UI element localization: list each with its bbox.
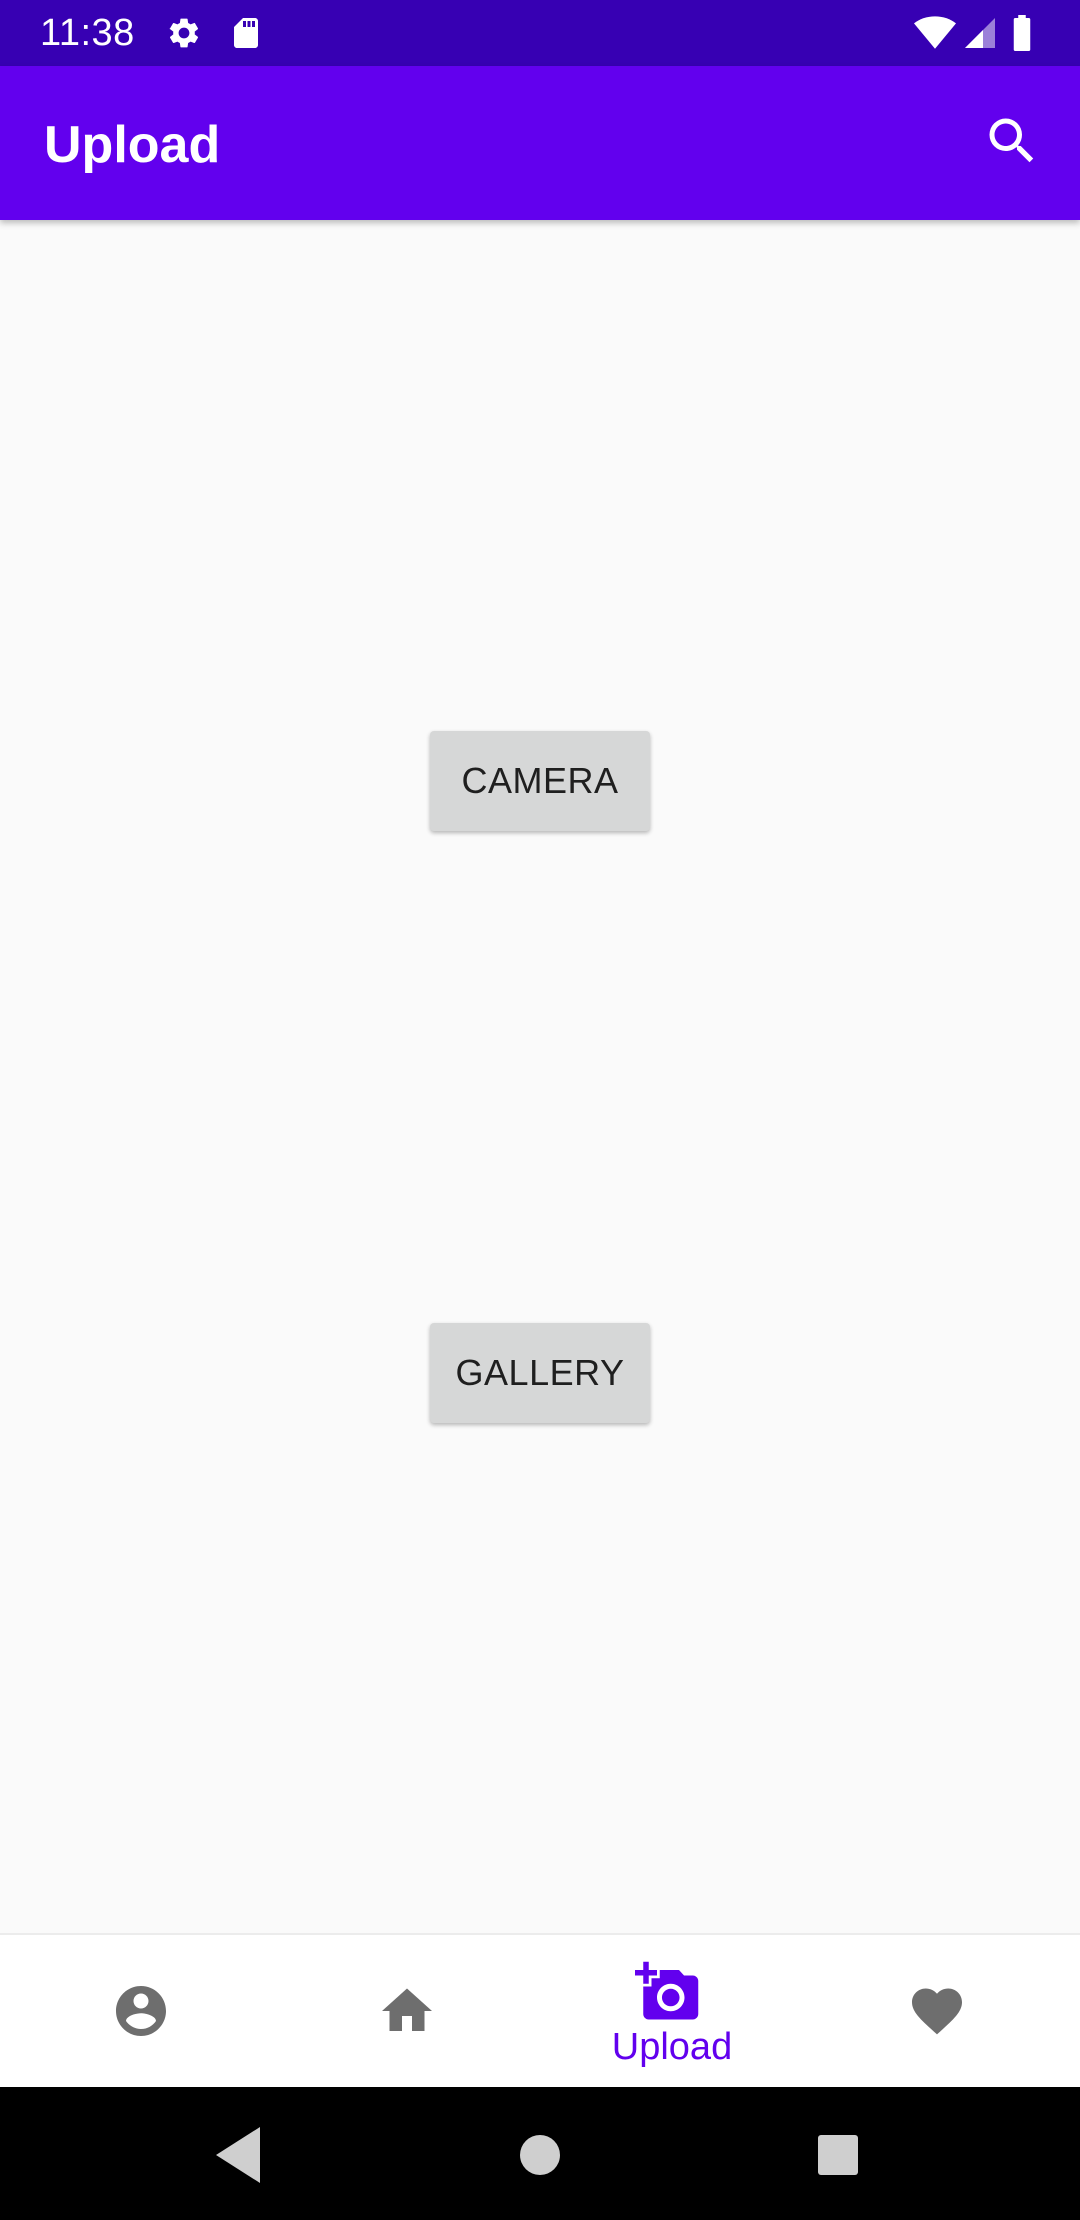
gallery-button[interactable]: GALLERY <box>430 1323 650 1423</box>
settings-icon <box>169 18 199 48</box>
camera-button[interactable]: CAMERA <box>430 731 650 831</box>
heart-icon <box>912 1988 962 2035</box>
app-bar: Upload <box>0 66 1080 220</box>
system-home-button[interactable] <box>500 2115 580 2195</box>
status-bar: 11:38 <box>0 0 1080 66</box>
status-time: 11:38 <box>40 12 135 54</box>
nav-item-favorites[interactable] <box>802 1935 1072 2087</box>
bottom-navigation: Upload <box>0 1933 1080 2087</box>
signal-icon <box>965 18 995 48</box>
nav-item-profile[interactable] <box>6 1935 276 2087</box>
home-circle-icon <box>520 2135 560 2175</box>
search-button[interactable] <box>972 111 1052 191</box>
account-circle-icon <box>116 1986 166 2036</box>
home-icon <box>382 1988 432 2031</box>
nav-label-upload: Upload <box>611 2026 733 2068</box>
nav-item-upload[interactable]: Upload <box>537 1935 807 2087</box>
sd-card-icon <box>234 18 258 48</box>
system-navigation-bar <box>0 2087 1080 2220</box>
recents-icon <box>818 2135 858 2175</box>
system-back-button[interactable] <box>200 2115 280 2195</box>
add-a-photo-icon <box>635 1961 699 2020</box>
nav-item-home[interactable] <box>272 1935 542 2087</box>
system-recents-button[interactable] <box>798 2115 878 2195</box>
wifi-icon <box>914 16 956 49</box>
main-content: CAMERA GALLERY <box>0 220 1080 1933</box>
search-icon <box>989 118 1034 163</box>
battery-icon <box>1013 15 1031 51</box>
back-icon <box>216 2127 260 2183</box>
page-title: Upload <box>44 116 221 174</box>
